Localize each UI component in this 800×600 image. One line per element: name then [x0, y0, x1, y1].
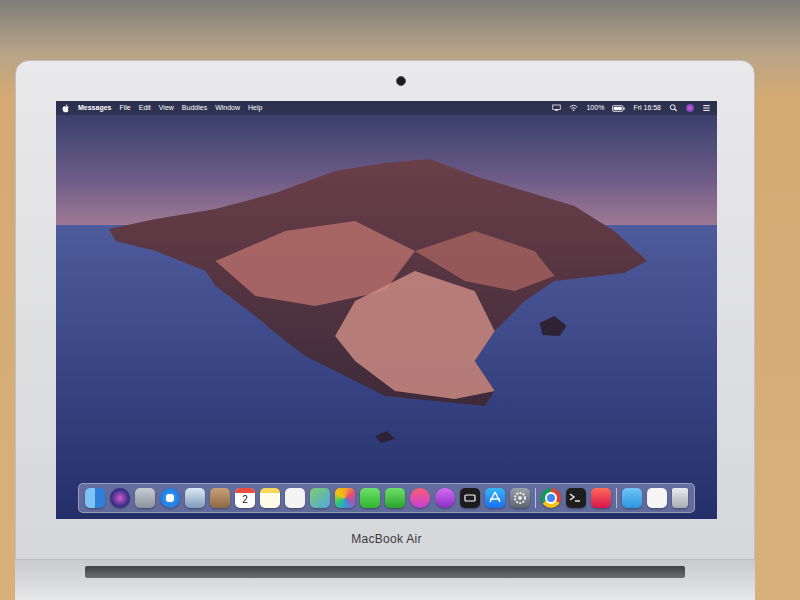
maps-icon[interactable] — [310, 488, 330, 508]
menu-clock[interactable]: Fri 16:58 — [633, 103, 661, 113]
safari-icon[interactable] — [160, 488, 180, 508]
battery-icon[interactable] — [612, 105, 625, 112]
facetime-icon[interactable] — [385, 488, 405, 508]
document-icon[interactable] — [647, 488, 667, 508]
menu-item[interactable]: Edit — [139, 103, 151, 113]
camera-icon — [396, 76, 406, 86]
notes-icon[interactable] — [260, 488, 280, 508]
reminders-icon[interactable] — [285, 488, 305, 508]
preview-icon[interactable] — [185, 488, 205, 508]
laptop: Messages File Edit View Buddies Window Help 100… — [15, 60, 755, 600]
apple-logo-icon[interactable] — [62, 104, 70, 113]
dock-separator — [535, 488, 536, 508]
calendar-icon[interactable]: 2 — [235, 488, 255, 508]
siri-icon[interactable] — [686, 104, 694, 112]
chrome-icon[interactable] — [541, 488, 561, 508]
podcasts-icon[interactable] — [435, 488, 455, 508]
tv-icon[interactable] — [460, 488, 480, 508]
notification-center-icon[interactable] — [702, 104, 711, 112]
trash-icon[interactable] — [672, 488, 688, 508]
battery-percent[interactable]: 100% — [586, 103, 604, 113]
wallpaper-island-icon — [56, 101, 717, 519]
bezel-label-row: MacBook Air — [56, 519, 717, 559]
gear-glyph-icon — [510, 488, 530, 508]
apple-tv-glyph-icon — [460, 488, 480, 508]
laptop-hinge — [15, 560, 755, 600]
desktop: Messages File Edit View Buddies Window Help 100… — [56, 101, 717, 519]
app-store-icon[interactable] — [485, 488, 505, 508]
bezel-label: MacBook Air — [351, 532, 422, 546]
downloads-icon[interactable] — [622, 488, 642, 508]
menu-item[interactable]: Window — [215, 103, 240, 113]
airplay-icon[interactable] — [552, 104, 561, 112]
siri-icon[interactable] — [110, 488, 130, 508]
desktop-area — [56, 115, 717, 483]
hinge-bar — [85, 566, 685, 578]
menu-item[interactable]: File — [119, 103, 130, 113]
menu-item[interactable]: Buddies — [182, 103, 207, 113]
gear-icon[interactable] — [510, 488, 530, 508]
dock-row: 2 — [56, 483, 717, 519]
wifi-icon[interactable] — [569, 104, 578, 112]
finder-icon[interactable] — [85, 488, 105, 508]
itunes-icon[interactable] — [410, 488, 430, 508]
screen: Messages File Edit View Buddies Window Help 100… — [56, 101, 717, 519]
camera-row — [56, 61, 717, 101]
menu-bar: Messages File Edit View Buddies Window Help 100… — [56, 101, 717, 115]
photo-scene: Messages File Edit View Buddies Window Help 100… — [0, 0, 800, 600]
chrome-center — [545, 492, 557, 504]
menu-item[interactable]: View — [159, 103, 174, 113]
prompt-icon — [566, 488, 586, 508]
terminal-icon[interactable] — [566, 488, 586, 508]
launchpad-icon[interactable] — [135, 488, 155, 508]
calendar-day: 2 — [242, 493, 248, 507]
laptop-lid: Messages File Edit View Buddies Window Help 100… — [15, 60, 755, 560]
messages-icon[interactable] — [360, 488, 380, 508]
dock-separator — [616, 488, 617, 508]
app-store-glyph-icon — [485, 488, 505, 508]
creativecloud-icon[interactable] — [591, 488, 611, 508]
dock: 2 — [78, 483, 695, 513]
calendar-header — [235, 488, 255, 493]
menu-app-name[interactable]: Messages — [78, 103, 111, 113]
photos-icon[interactable] — [335, 488, 355, 508]
spotlight-search-icon[interactable] — [669, 104, 678, 112]
contacts-icon[interactable] — [210, 488, 230, 508]
menu-item[interactable]: Help — [248, 103, 262, 113]
